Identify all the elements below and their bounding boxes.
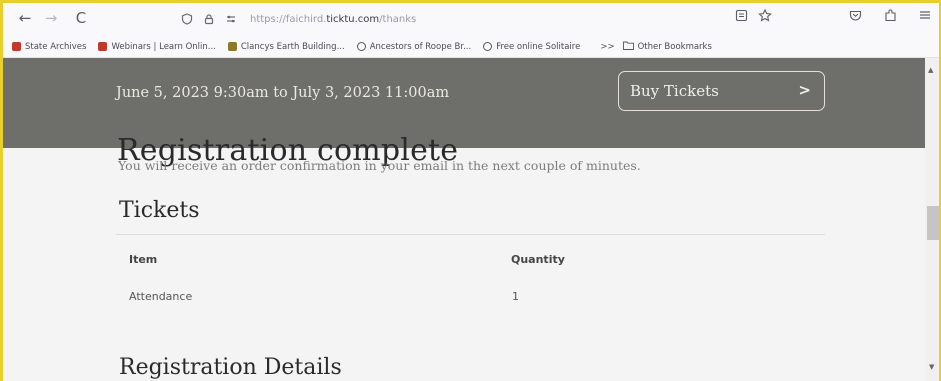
scroll-down-icon[interactable]: ▼ [929, 363, 934, 371]
divider [116, 234, 825, 235]
bookmark-item[interactable]: State Archives [12, 42, 86, 52]
forward-button[interactable]: → [38, 5, 64, 31]
chevron-right-icon: > [798, 81, 811, 99]
bookmark-item[interactable]: Webinars | Learn Onlin... [98, 41, 216, 52]
other-bookmarks-label: Other Bookmarks [637, 41, 712, 52]
table-cell-item: Attendance [129, 290, 193, 303]
url-actions [735, 8, 772, 25]
bookmark-label: Webinars | Learn Onlin... [111, 41, 216, 52]
scrollbar-thumb[interactable] [927, 206, 939, 240]
confirmation-message: You will receive an order confirmation i… [118, 158, 641, 173]
url-bar[interactable]: https://faichird.ticktu.com/thanks [178, 7, 772, 31]
bookmark-item[interactable]: Free online Solitaire [483, 42, 580, 52]
permissions-icon[interactable] [222, 10, 240, 28]
reader-view-icon[interactable] [735, 9, 748, 25]
bookmark-label: Clancys Earth Building... [240, 41, 345, 52]
bookmark-label: Ancestors of Roope Br... [369, 41, 472, 52]
bookmark-label: Free online Solitaire [496, 41, 581, 52]
column-header-quantity: Quantity [511, 253, 565, 266]
bookmark-item[interactable]: Clancys Earth Building... [227, 41, 345, 52]
bookmark-favicon-icon [98, 42, 108, 51]
table-cell-quantity: 1 [512, 290, 519, 303]
browser-toolbar: ← → C https://faichird.ticktu.com/thanks [0, 0, 941, 36]
menu-icon[interactable] [919, 9, 931, 26]
globe-icon [483, 42, 493, 51]
url-prefix: https://faichird. [250, 13, 327, 25]
bookmark-label: State Archives [25, 41, 87, 52]
back-button[interactable]: ← [12, 5, 38, 31]
buy-tickets-label: Buy Tickets [630, 82, 719, 100]
url-domain: ticktu.com [326, 13, 380, 25]
registration-details-heading: Registration Details [119, 355, 342, 380]
url-path: /thanks [379, 13, 417, 25]
bookmark-item[interactable]: Ancestors of Roope Br... [356, 41, 472, 52]
vertical-scrollbar[interactable]: ▲ ▼ [925, 58, 941, 381]
back-icon: ← [18, 9, 32, 27]
buy-tickets-button[interactable]: Buy Tickets > [618, 71, 825, 111]
page-content: June 5, 2023 9:30am to July 3, 2023 11:0… [3, 58, 925, 381]
reload-icon: C [75, 9, 87, 27]
tickets-heading: Tickets [119, 198, 200, 223]
reload-button[interactable]: C [68, 5, 94, 31]
extensions-icon[interactable] [884, 9, 897, 26]
shield-icon[interactable] [178, 10, 196, 28]
scroll-up-icon[interactable]: ▲ [928, 66, 933, 74]
column-header-item: Item [129, 253, 158, 266]
bookmarks-bar: State Archives Webinars | Learn Onlin...… [0, 36, 941, 58]
globe-icon [356, 42, 366, 51]
forward-icon: → [44, 9, 58, 27]
lock-icon[interactable] [200, 10, 218, 28]
pocket-icon[interactable] [849, 9, 862, 26]
other-bookmarks[interactable]: Other Bookmarks [622, 41, 712, 53]
bookmark-favicon-icon [227, 42, 237, 51]
bookmark-star-icon[interactable] [758, 8, 772, 25]
url-text[interactable]: https://faichird.ticktu.com/thanks [250, 14, 416, 25]
event-date-range: June 5, 2023 9:30am to July 3, 2023 11:0… [116, 85, 450, 101]
more-bookmarks-button[interactable]: >> [600, 42, 614, 52]
bookmark-favicon-icon [12, 42, 21, 51]
toolbar-actions [849, 9, 931, 26]
folder-icon [622, 41, 634, 53]
